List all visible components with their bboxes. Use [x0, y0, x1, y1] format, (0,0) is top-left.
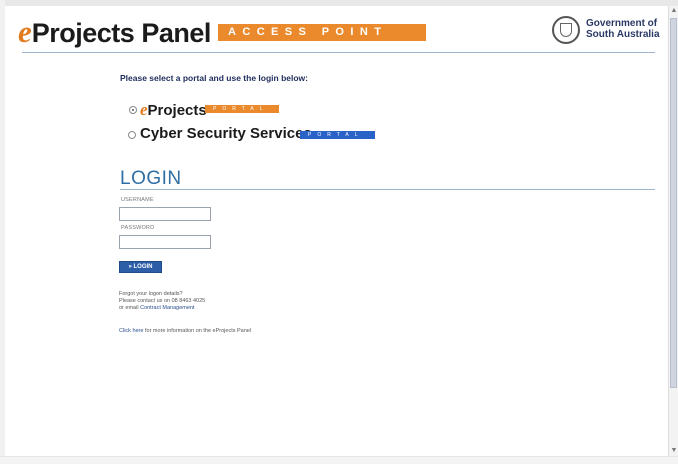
eprojects-portal-tag: PORTAL — [205, 105, 279, 113]
help-text: Forgot your logon details? Please contac… — [119, 291, 205, 312]
site-logo: eProjects Panel — [18, 14, 212, 49]
password-input[interactable] — [119, 235, 211, 249]
username-label: USERNAME — [121, 197, 154, 203]
help-line-2: Please contact us on 08 8463 4025 — [119, 298, 206, 304]
window-top-frame — [0, 0, 678, 6]
info-text: for more information on the eProjects Pa… — [143, 328, 252, 334]
vertical-scrollbar[interactable]: ▲ ▼ — [668, 6, 678, 456]
portal-1-name: Projects — [147, 102, 207, 119]
scroll-thumb[interactable] — [670, 18, 677, 388]
eprojects-portal-radio[interactable] — [129, 106, 137, 114]
crest-icon — [552, 16, 580, 44]
password-label: PASSWORD — [121, 225, 155, 231]
access-point-banner: ACCESS POINT — [218, 24, 426, 41]
info-line: Click here for more information on the e… — [119, 328, 251, 334]
login-button[interactable]: » LOGIN — [119, 261, 162, 273]
login-divider — [120, 189, 655, 190]
brand-e: e — [18, 14, 32, 49]
cyber-security-portal-option[interactable]: Cyber Security Services — [140, 125, 312, 142]
help-line-3-prefix: or email — [119, 305, 141, 311]
help-line-1: Forgot your logon details? — [119, 291, 183, 297]
portal-select-heading: Please select a portal and use the login… — [120, 73, 308, 83]
help-line-3: or email Contract Management — [119, 305, 205, 312]
portal-1-prefix: e — [140, 100, 148, 119]
header-divider — [22, 52, 655, 53]
login-title: LOGIN — [120, 168, 182, 189]
scroll-down-arrow-icon[interactable]: ▼ — [669, 446, 678, 456]
username-input[interactable] — [119, 207, 211, 221]
cyber-security-portal-tag: PORTAL — [300, 131, 375, 139]
brand-name: Projects Panel — [31, 18, 212, 48]
gov-line-1: Government of — [586, 18, 658, 29]
contract-management-link[interactable]: Contract Management — [140, 305, 194, 311]
government-text: Government of South Australia — [586, 18, 660, 40]
government-logo: Government of South Australia — [552, 16, 662, 48]
gov-line-2: South Australia — [586, 29, 660, 40]
window-left-frame — [0, 0, 5, 463]
scroll-up-arrow-icon[interactable]: ▲ — [669, 6, 678, 16]
eprojects-portal-option[interactable]: eProjects — [140, 100, 207, 120]
click-here-link[interactable]: Click here — [119, 328, 143, 334]
cyber-security-portal-radio[interactable] — [128, 131, 136, 139]
